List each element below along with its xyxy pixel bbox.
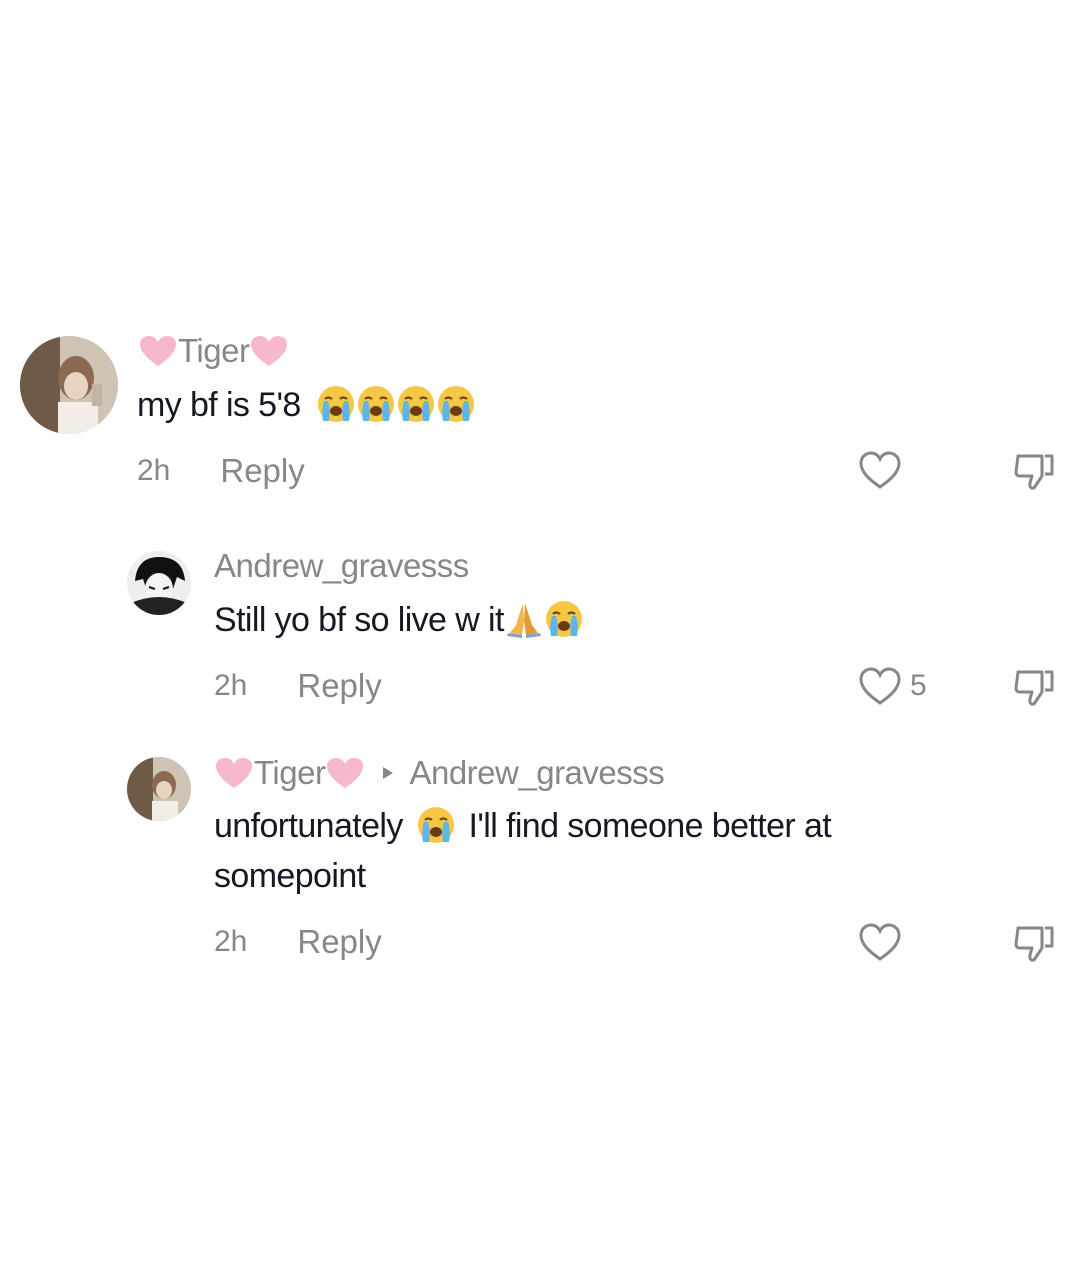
reply-button[interactable]: Reply	[220, 452, 304, 490]
comment-time: 2h	[137, 454, 171, 487]
username-text: Tiger	[178, 332, 250, 369]
comment-text: my bf is 5'8	[137, 380, 476, 430]
comment-body: Still yo bf so live w it	[214, 601, 504, 639]
username-text: Tiger	[254, 754, 326, 791]
like-count: 5	[910, 669, 927, 702]
comment-username[interactable]: Tiger	[138, 332, 289, 370]
loudly-crying-face-icon	[416, 805, 456, 845]
heart-outline-icon	[858, 666, 902, 706]
pink-heart-icon	[214, 756, 254, 790]
comment-meta: 2h Reply	[214, 923, 382, 961]
dislike-button[interactable]	[1012, 450, 1056, 495]
pink-heart-icon	[325, 756, 365, 790]
thumbs-down-icon	[1012, 666, 1056, 706]
heart-outline-icon	[858, 922, 902, 962]
reply-arrow-icon	[381, 765, 395, 781]
like-button[interactable]	[858, 922, 902, 962]
comment-body-line2: somepoint	[214, 857, 366, 895]
heart-outline-icon	[858, 450, 902, 490]
comment-body-part1: unfortunately	[214, 807, 403, 845]
comment-body-part2: I'll find someone better at	[468, 807, 832, 845]
loudly-crying-face-icon	[396, 384, 436, 424]
comment-meta: 2h Reply	[214, 667, 382, 705]
folded-hands-icon	[504, 599, 544, 639]
avatar[interactable]	[127, 757, 191, 821]
loudly-crying-face-icon	[436, 384, 476, 424]
thumbs-down-icon	[1012, 450, 1056, 490]
dislike-button[interactable]	[1012, 922, 1056, 967]
comment-text: Still yo bf so live w it	[214, 595, 584, 645]
reply-button[interactable]: Reply	[297, 923, 381, 961]
thumbs-down-icon	[1012, 922, 1056, 962]
avatar[interactable]	[127, 551, 191, 615]
comment-time: 2h	[214, 925, 248, 958]
comments-screen: Tiger my bf is 5'8 2h Reply Andrew_grave…	[0, 0, 1080, 1287]
comment-username[interactable]: Tiger Andrew_gravesss	[214, 754, 665, 792]
comment-text: unfortunately I'll find someone better a…	[214, 801, 1014, 901]
comment-time: 2h	[214, 669, 248, 702]
avatar[interactable]	[20, 336, 118, 434]
comment-body: my bf is 5'8	[137, 386, 301, 424]
comment-username[interactable]: Andrew_gravesss	[214, 547, 469, 585]
loudly-crying-face-icon	[316, 384, 356, 424]
pink-heart-icon	[249, 334, 289, 368]
comment-meta: 2h Reply	[137, 452, 305, 490]
reply-button[interactable]: Reply	[297, 667, 381, 705]
reply-to-username[interactable]: Andrew_gravesss	[409, 754, 664, 792]
like-button[interactable]: 5	[858, 666, 927, 706]
pink-heart-icon	[138, 334, 178, 368]
loudly-crying-face-icon	[356, 384, 396, 424]
username-text: Andrew_gravesss	[214, 547, 469, 584]
like-button[interactable]	[858, 450, 902, 490]
dislike-button[interactable]	[1012, 666, 1056, 711]
loudly-crying-face-icon	[544, 599, 584, 639]
